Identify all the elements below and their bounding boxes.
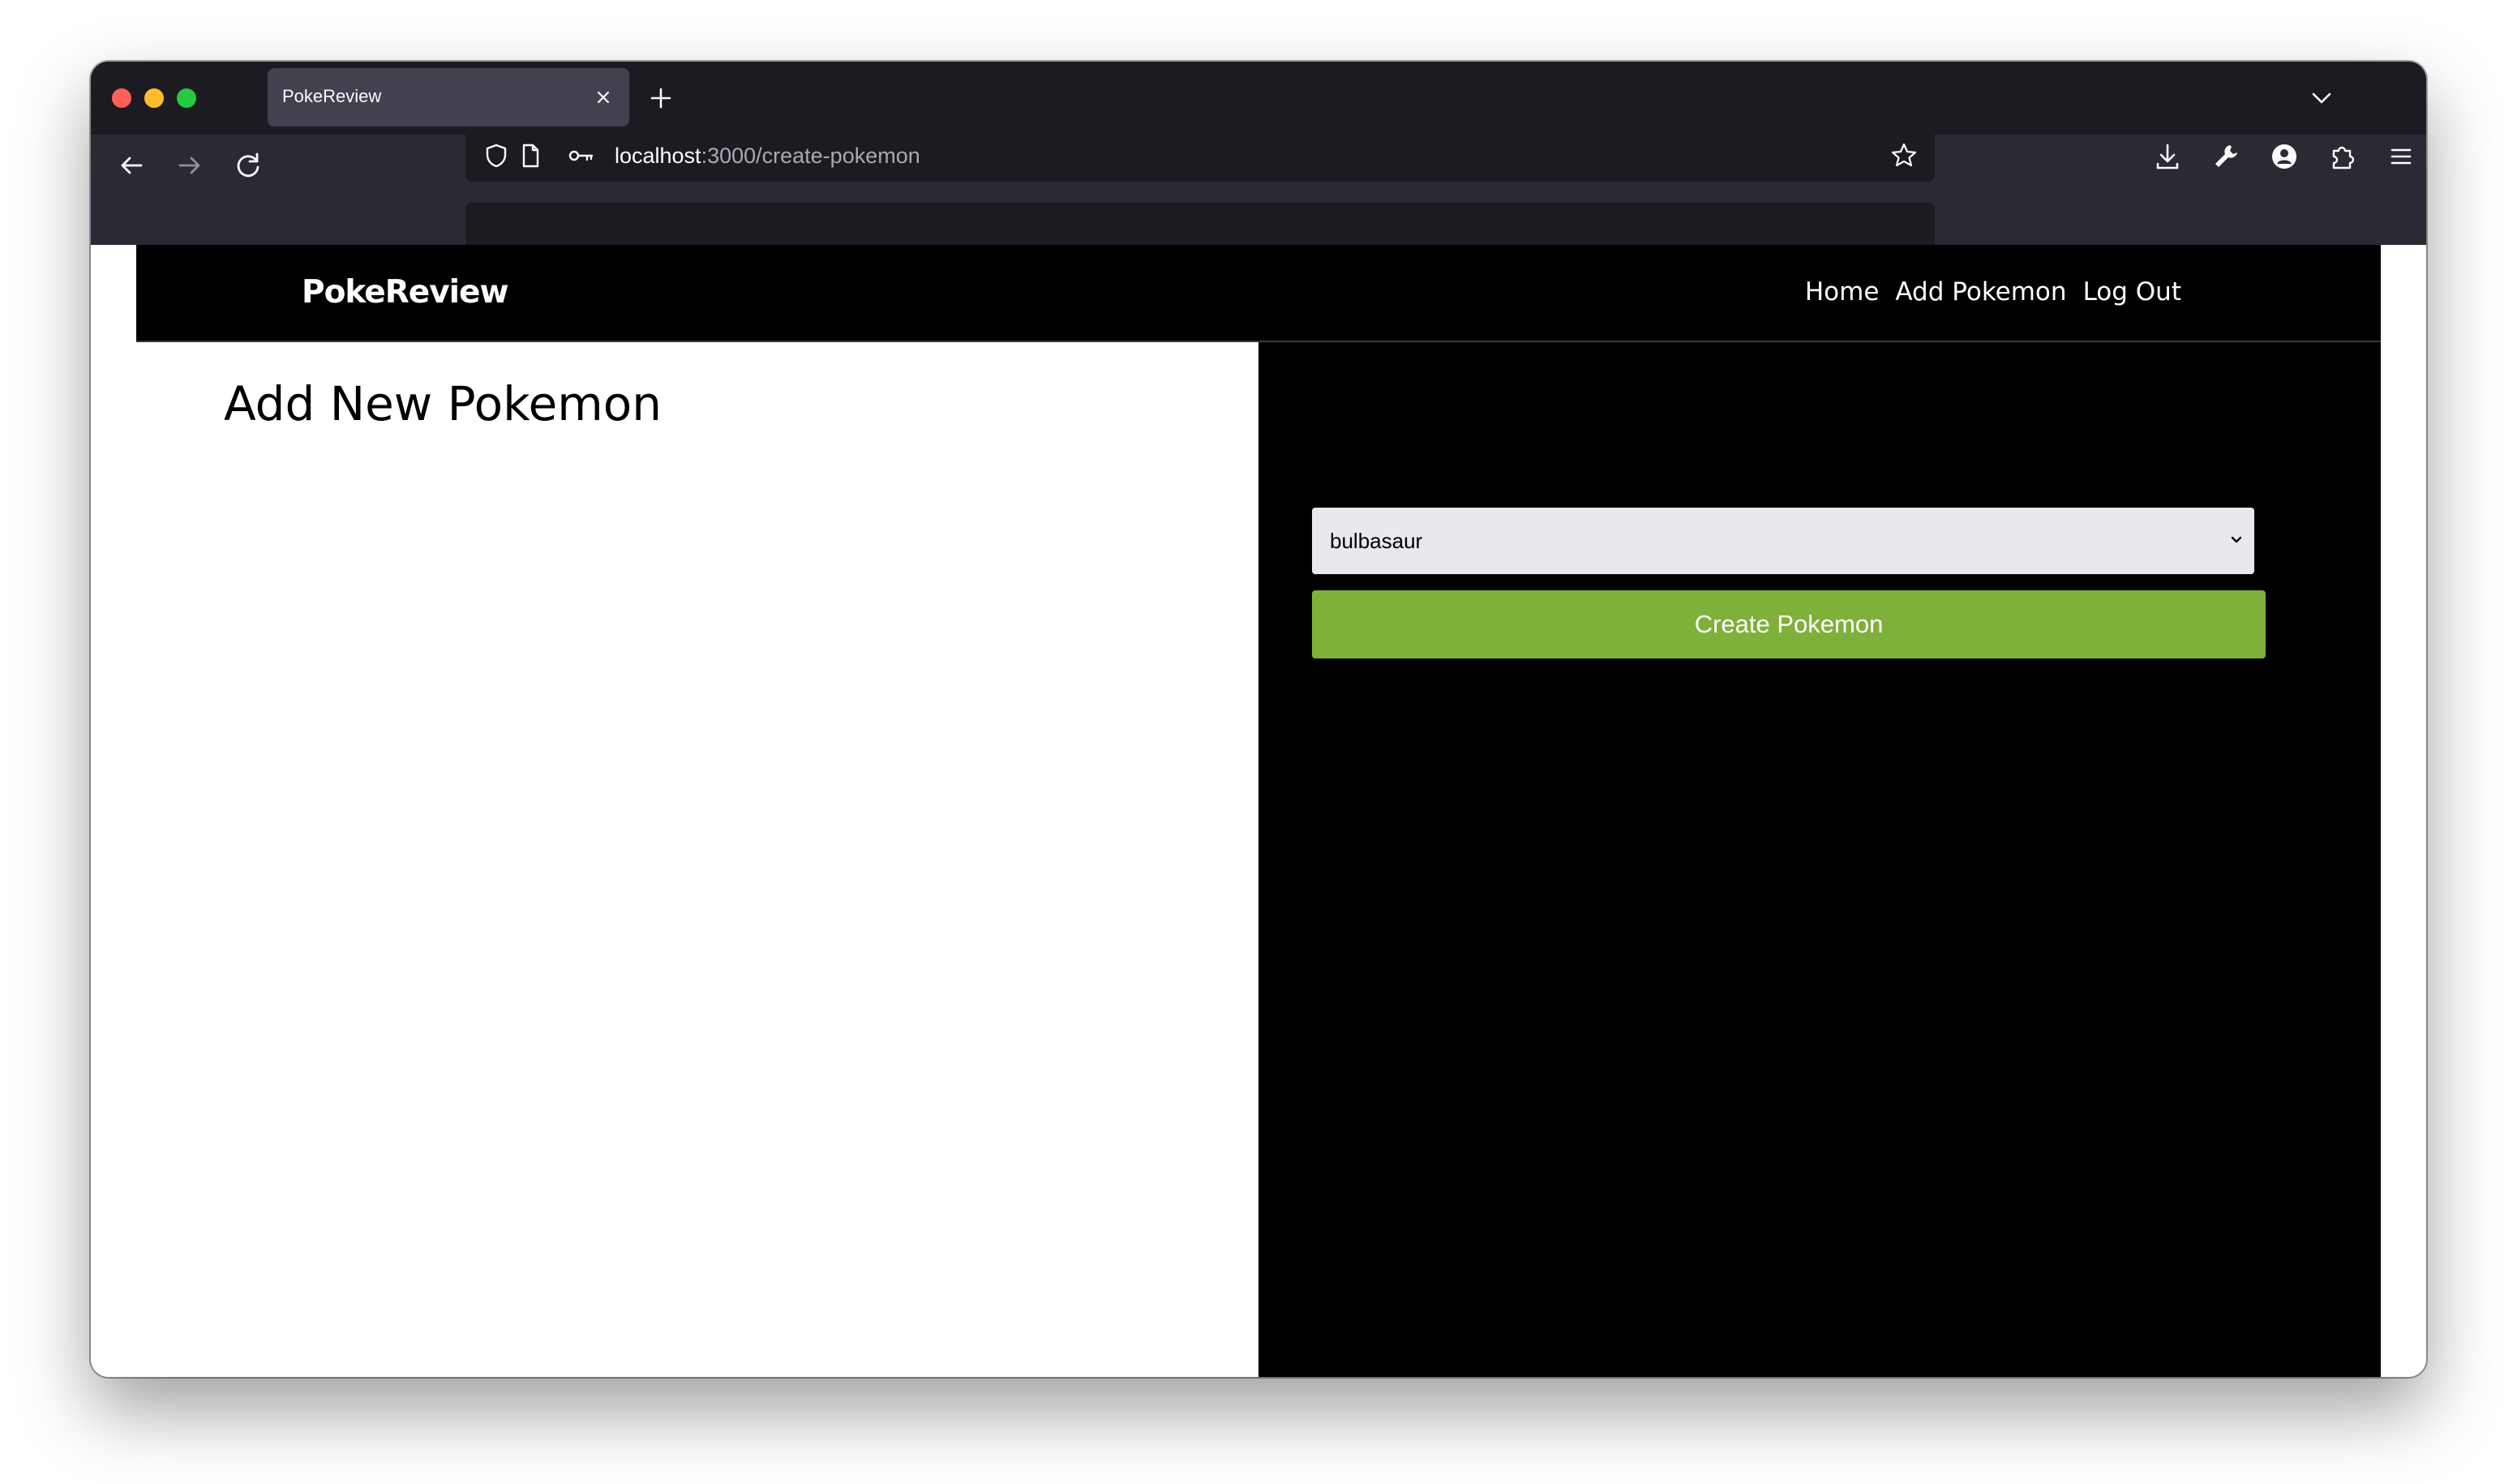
arrow-left-icon[interactable] bbox=[114, 148, 149, 183]
account-icon[interactable] bbox=[2269, 141, 2300, 172]
url-text[interactable]: localhost:3000/create-pokemon bbox=[615, 144, 920, 169]
nav-link-log-out[interactable]: Log Out bbox=[2083, 277, 2181, 307]
url-path: :3000/create-pokemon bbox=[701, 144, 920, 168]
tab-title: PokeReview bbox=[282, 86, 382, 106]
create-pokemon-button[interactable]: Create Pokemon bbox=[1312, 590, 2266, 658]
browser-tab[interactable]: PokeReview bbox=[268, 68, 629, 127]
browser-titlebar: PokeReview bbox=[91, 62, 2426, 135]
wrench-icon[interactable] bbox=[2210, 141, 2241, 172]
brand-logo[interactable]: PokeReview bbox=[302, 274, 508, 311]
form-panel: bulbasaur Create Pokemon bbox=[1258, 342, 2381, 1377]
url-host: localhost bbox=[615, 144, 701, 168]
page-viewport: PokeReview Home Add Pokemon Log Out Add … bbox=[91, 245, 2426, 1377]
app-header: PokeReview Home Add Pokemon Log Out bbox=[136, 245, 2381, 342]
shield-icon[interactable] bbox=[482, 141, 511, 170]
browser-window: PokeReview localhost:3000/create-pokemon… bbox=[91, 62, 2426, 1377]
key-icon[interactable] bbox=[566, 141, 595, 170]
download-icon[interactable] bbox=[2152, 141, 2183, 172]
nav-link-home[interactable]: Home bbox=[1805, 277, 1880, 307]
reload-icon[interactable] bbox=[230, 148, 266, 183]
menu-icon[interactable] bbox=[2386, 141, 2416, 172]
window-minimize-button[interactable] bbox=[144, 88, 164, 108]
plus-icon[interactable] bbox=[647, 84, 675, 112]
left-panel: Add New Pokemon bbox=[91, 342, 1258, 1377]
page-title: Add New Pokemon bbox=[224, 376, 662, 431]
arrow-right-icon[interactable] bbox=[172, 148, 208, 183]
nav-link-add-pokemon[interactable]: Add Pokemon bbox=[1895, 277, 2066, 307]
window-maximize-button[interactable] bbox=[177, 88, 196, 108]
page-gutter bbox=[2381, 245, 2426, 1377]
chevron-down-icon bbox=[2228, 532, 2245, 548]
pokemon-select-value: bulbasaur bbox=[1330, 529, 1423, 553]
star-icon[interactable] bbox=[1889, 141, 1919, 170]
extensions-icon[interactable] bbox=[2327, 141, 2358, 172]
address-bar[interactable]: localhost:3000/create-pokemon bbox=[465, 130, 1935, 182]
window-close-button[interactable] bbox=[112, 88, 131, 108]
pokemon-select[interactable]: bulbasaur bbox=[1312, 508, 2254, 574]
close-icon[interactable] bbox=[592, 86, 615, 109]
page-icon[interactable] bbox=[516, 141, 545, 170]
main-nav: Home Add Pokemon Log Out bbox=[1805, 277, 2181, 307]
chevron-down-icon[interactable] bbox=[2308, 84, 2335, 112]
